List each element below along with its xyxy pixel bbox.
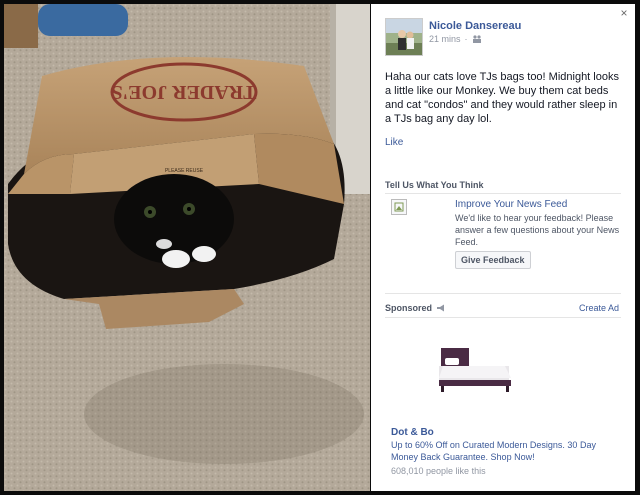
improve-news-feed-link[interactable]: Improve Your News Feed xyxy=(455,199,567,210)
bag-small-text: PLEASE REUSE xyxy=(165,168,204,174)
sponsored-header: Sponsored xyxy=(385,303,446,313)
feedback-section-title: Tell Us What You Think xyxy=(385,180,484,190)
ad-likes-count: 608,010 people like this xyxy=(391,466,486,476)
post-caption: Haha our cats love TJs bags too! Midnigh… xyxy=(385,71,619,125)
ad-advertiser-link[interactable]: Dot & Bo xyxy=(391,427,434,438)
like-link[interactable]: Like xyxy=(385,137,403,148)
sponsored-label: Sponsored xyxy=(385,303,433,313)
divider xyxy=(385,293,621,294)
close-button[interactable]: × xyxy=(617,6,631,20)
feedback-description: We'd like to hear your feedback! Please … xyxy=(455,213,620,247)
post-timestamp[interactable]: 21 mins xyxy=(429,34,461,44)
avatar-image xyxy=(386,19,422,55)
divider xyxy=(385,317,621,318)
create-ad-link[interactable]: Create Ad xyxy=(579,303,619,313)
post-meta: 21 mins · xyxy=(429,34,482,44)
author-avatar[interactable] xyxy=(385,18,423,56)
post-details-panel: × Nicole Dansereau 21 mins · Haha our ca… xyxy=(371,4,635,491)
photo-viewer: TRADER JOE'S PLEASE REUSE × Nicole Danse… xyxy=(0,0,640,495)
bed-icon xyxy=(439,348,511,392)
post-photo[interactable]: TRADER JOE'S PLEASE REUSE xyxy=(4,4,370,491)
photo-illustration: TRADER JOE'S PLEASE REUSE xyxy=(4,4,370,491)
people-icon[interactable] xyxy=(472,35,482,43)
give-feedback-button[interactable]: Give Feedback xyxy=(455,251,531,269)
feedback-image-icon[interactable] xyxy=(391,199,407,215)
ad-description-link[interactable]: Up to 60% Off on Curated Modern Designs.… xyxy=(391,439,611,463)
megaphone-icon xyxy=(437,304,445,312)
ad-image[interactable] xyxy=(435,344,515,400)
author-name-link[interactable]: Nicole Dansereau xyxy=(429,20,521,32)
divider xyxy=(385,193,621,194)
bag-brand-text: TRADER JOE'S xyxy=(111,81,256,103)
